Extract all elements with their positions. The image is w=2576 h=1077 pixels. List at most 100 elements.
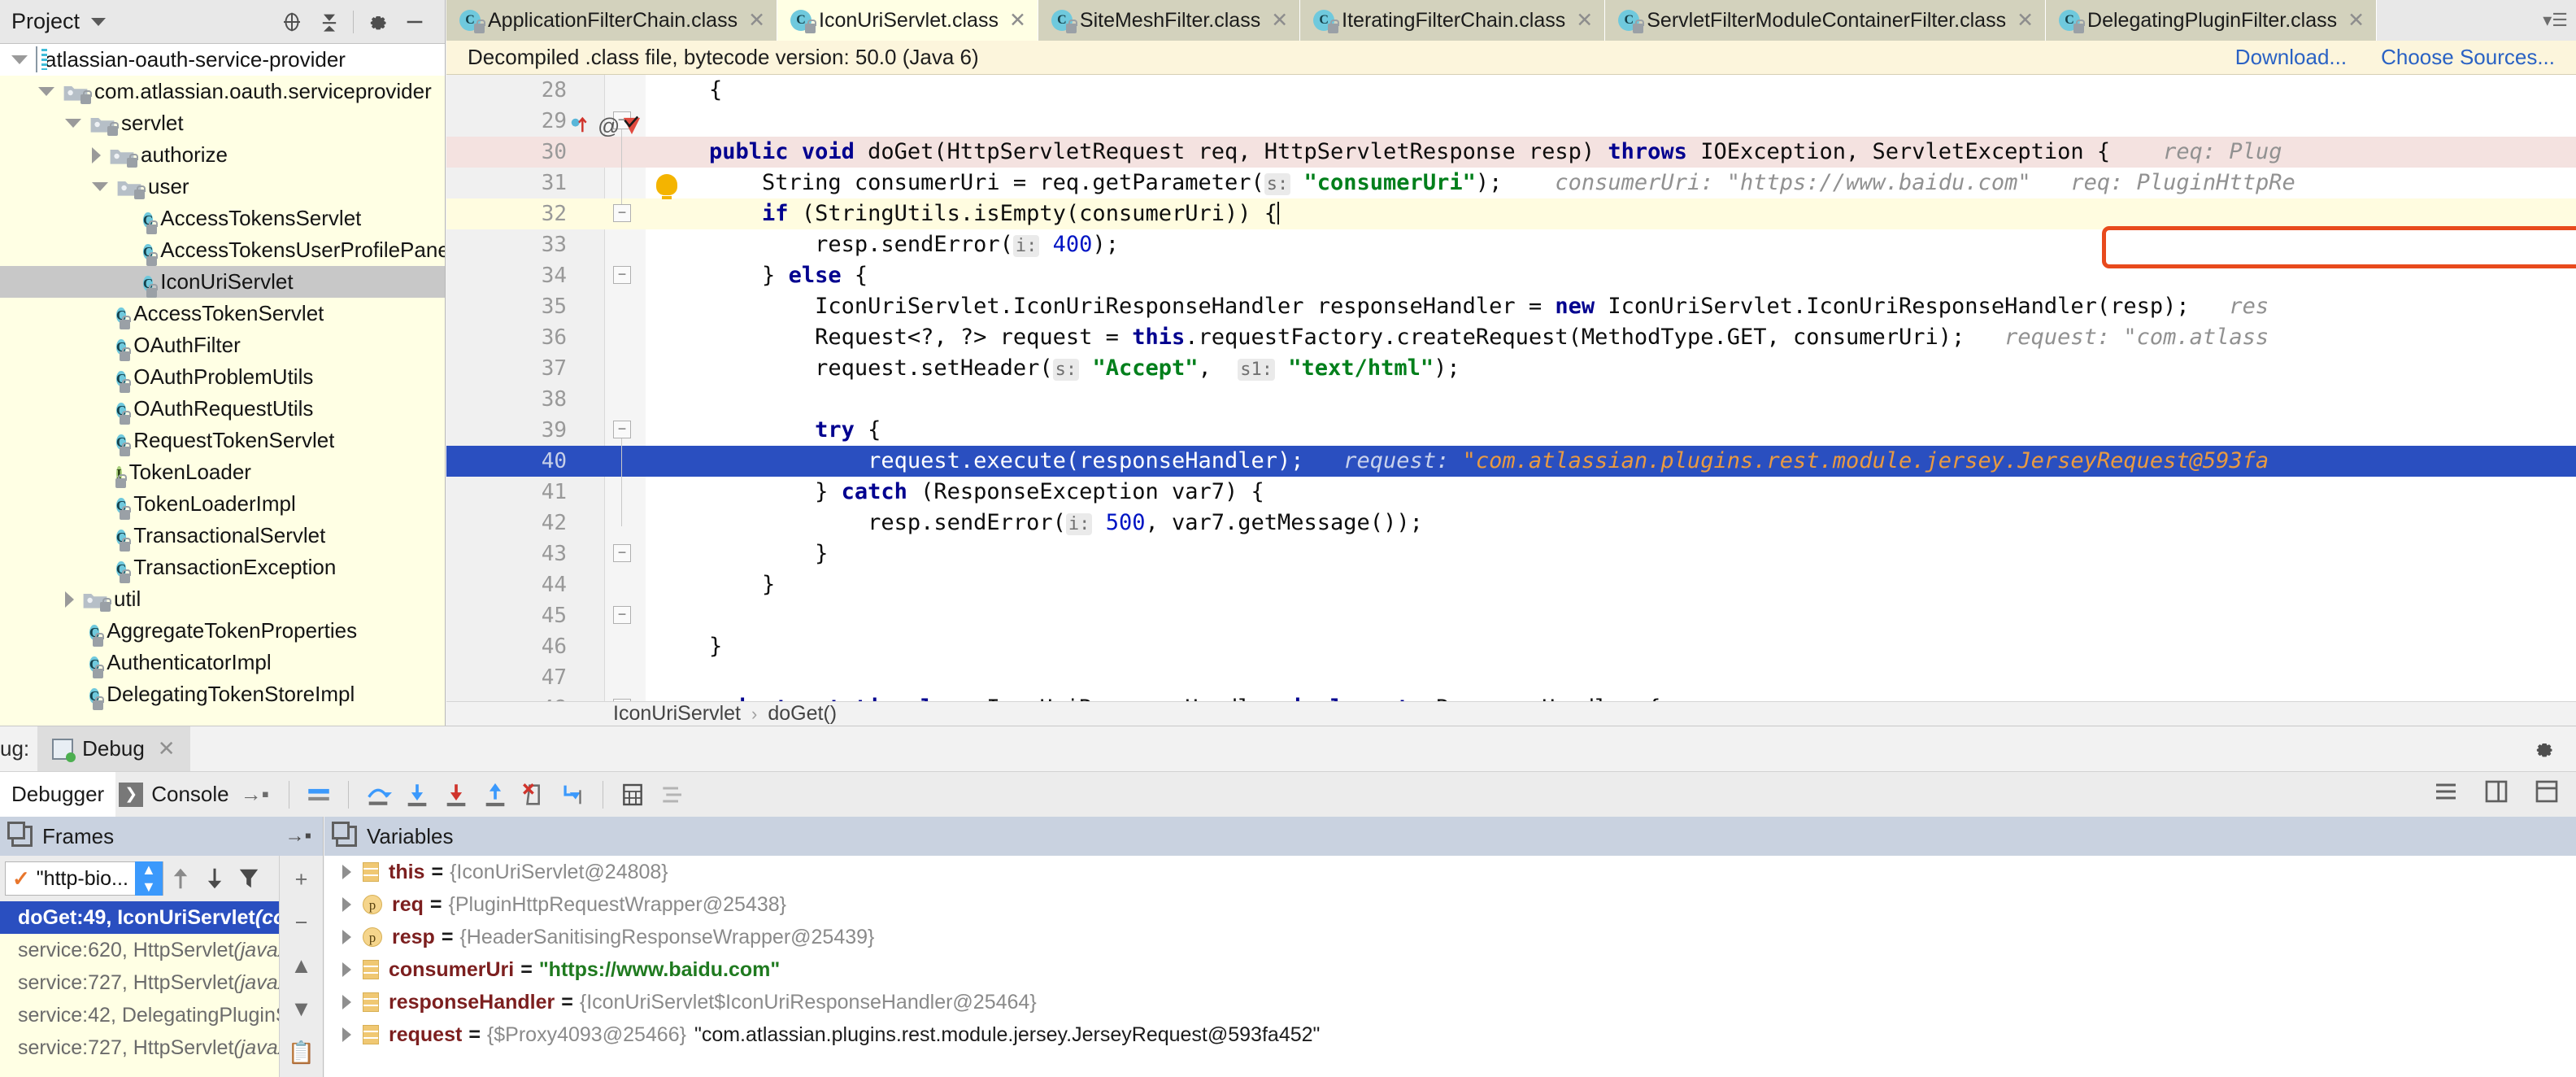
add-icon[interactable]: + (295, 867, 308, 892)
force-step-into-icon[interactable] (437, 775, 476, 814)
code-line-31[interactable]: 31 String consumerUri = req.getParameter… (446, 168, 2576, 198)
filter-icon[interactable] (232, 861, 266, 896)
chevron-down-icon[interactable] (38, 87, 54, 96)
detach-icon[interactable]: →▪ (285, 825, 311, 848)
frame-row[interactable]: service:727, HttpServlet (javax (0, 1031, 323, 1064)
frames-side-toolbar[interactable]: + − ▲ ▼ 📋 (279, 856, 323, 1077)
tree-item-tokenloader[interactable]: ITokenLoader (0, 456, 445, 488)
editor-tab-bar[interactable]: CApplicationFilterChain.class✕CIconUriSe… (446, 0, 2576, 41)
tree-item-tokenloaderimpl[interactable]: CTokenLoaderImpl (0, 488, 445, 520)
step-out-icon[interactable] (476, 775, 515, 814)
code-line-44[interactable]: 44 } (446, 569, 2576, 600)
expand-triangle-icon[interactable] (342, 995, 351, 1009)
editor-tab-sitemeshfilter[interactable]: CSiteMeshFilter.class✕ (1038, 0, 1300, 41)
breadcrumb-class[interactable]: IconUriServlet (613, 702, 741, 726)
intention-bulb-icon[interactable] (656, 174, 677, 195)
tree-item-com-atlassian-oauth-serviceprovider[interactable]: com.atlassian.oauth.serviceprovider (0, 76, 445, 107)
show-execution-point-icon[interactable] (299, 775, 338, 814)
code-line-38[interactable]: 38 (446, 384, 2576, 415)
expand-triangle-icon[interactable] (342, 1027, 351, 1042)
minimize-icon[interactable] (396, 3, 433, 41)
editor-tab-iconuriservlet[interactable]: CIconUriServlet.class✕ (777, 0, 1038, 41)
code-line-28[interactable]: 28 { (446, 75, 2576, 106)
expand-triangle-icon[interactable] (342, 865, 351, 879)
frame-row[interactable]: doGet:49, IconUriServlet (com (0, 901, 323, 934)
annotation-at-icon[interactable]: @ (598, 114, 620, 139)
tree-item-transactionalservlet[interactable]: CTransactionalServlet (0, 520, 445, 552)
export-icon[interactable]: →▪ (241, 782, 269, 807)
frames-list[interactable]: doGet:49, IconUriServlet (comservice:620… (0, 901, 323, 1064)
choose-sources-link[interactable]: Choose Sources... (2381, 45, 2555, 70)
evaluate-expression-icon[interactable] (613, 775, 652, 814)
code-line-45[interactable]: 45 (446, 600, 2576, 631)
debugger-toolbar[interactable]: Debugger ❯ Console →▪ (0, 771, 2576, 817)
collapse-all-icon[interactable] (311, 3, 348, 41)
editor-tab-applicationfilterchain[interactable]: CApplicationFilterChain.class✕ (446, 0, 777, 41)
tree-item-atlassian-oauth-service-provider[interactable]: atlassian-oauth-service-provider (0, 44, 445, 76)
step-over-icon[interactable] (359, 775, 398, 814)
fold-marker[interactable]: − (613, 544, 631, 562)
editor-tab-servletfiltermodulecontainerfilter[interactable]: CServletFilterModuleContainerFilter.clas… (1605, 0, 2046, 41)
drop-frame-icon[interactable] (515, 775, 554, 814)
fold-marker[interactable]: − (613, 421, 631, 438)
close-icon[interactable]: ✕ (158, 736, 176, 761)
remove-icon[interactable]: − (295, 910, 308, 935)
breadcrumb-method[interactable]: doGet() (768, 702, 837, 726)
close-icon[interactable]: ✕ (1576, 8, 1593, 33)
tab-debug[interactable]: Debug ✕ (37, 726, 189, 772)
code-line-30[interactable]: 30 public void doGet(HttpServletRequest … (446, 137, 2576, 168)
expand-triangle-icon[interactable] (342, 962, 351, 977)
chevron-right-icon[interactable] (92, 147, 101, 164)
frame-down-icon[interactable] (198, 861, 232, 896)
frame-row[interactable]: service:42, DelegatingPluginSe (0, 999, 323, 1031)
tree-item-requesttokenservlet[interactable]: CRequestTokenServlet (0, 425, 445, 456)
chevron-down-icon[interactable]: ▾☰ (2543, 10, 2568, 31)
chevron-down-icon[interactable] (92, 182, 108, 191)
tree-item-util[interactable]: util (0, 583, 445, 615)
tree-item-iconuriservlet[interactable]: CIconUriServlet (0, 266, 445, 298)
fold-marker[interactable]: − (613, 606, 631, 624)
download-sources-link[interactable]: Download... (2235, 45, 2347, 70)
code-line-43[interactable]: 43 } (446, 538, 2576, 569)
tab-debugger[interactable]: Debugger (0, 772, 115, 818)
expand-triangle-icon[interactable] (342, 930, 351, 944)
tree-item-oauthproblemutils[interactable]: COAuthProblemUtils (0, 361, 445, 393)
mute-breakpoints-icon[interactable] (652, 775, 691, 814)
variables-list[interactable]: this={IconUriServlet@24808}preq={PluginH… (324, 856, 2576, 1051)
frames-toolbar[interactable]: ✓ "http-bio... ▲▼ (0, 856, 323, 901)
editor-tab-delegatingpluginfilter[interactable]: CDelegatingPluginFilter.class✕ (2046, 0, 2377, 41)
gear-icon[interactable] (359, 3, 396, 41)
fold-marker[interactable]: − (613, 204, 631, 222)
chevron-down-icon[interactable] (65, 119, 81, 128)
variable-row[interactable]: responseHandler={IconUriServlet$IconUriR… (324, 986, 2576, 1018)
frame-row[interactable]: service:620, HttpServlet (javax (0, 934, 323, 966)
chevron-down-icon[interactable] (91, 18, 106, 26)
code-line-33[interactable]: 33 resp.sendError(i: 400); (446, 229, 2576, 260)
code-line-32[interactable]: 32 if (StringUtils.isEmpty(consumerUri))… (446, 198, 2576, 229)
code-line-40[interactable]: 40 request.execute(responseHandler); req… (446, 446, 2576, 477)
code-line-37[interactable]: 37 request.setHeader(s: "Accept", s1: "t… (446, 353, 2576, 384)
tree-item-aggregatetokenproperties[interactable]: CAggregateTokenProperties (0, 615, 445, 647)
settings-list-icon[interactable] (2433, 778, 2459, 809)
code-line-48[interactable]: 48 private static class IconUriResponseH… (446, 693, 2576, 701)
variable-row[interactable]: preq={PluginHttpRequestWrapper@25438} (324, 888, 2576, 921)
layout-settings-icon[interactable] (2483, 778, 2509, 809)
code-line-46[interactable]: 46 } (446, 631, 2576, 662)
editor-tab-iteratingfilterchain[interactable]: CIteratingFilterChain.class✕ (1300, 0, 1605, 41)
tree-item-authorize[interactable]: authorize (0, 139, 445, 171)
code-line-39[interactable]: 39 try { (446, 415, 2576, 446)
chevron-updown-icon[interactable]: ▲▼ (135, 861, 163, 896)
variable-row[interactable]: this={IconUriServlet@24808} (324, 856, 2576, 888)
move-up-icon[interactable]: ▲ (290, 953, 312, 979)
more-options-icon[interactable] (2534, 778, 2560, 809)
variable-row[interactable]: presp={HeaderSanitisingResponseWrapper@2… (324, 921, 2576, 953)
tree-item-servlet[interactable]: servlet (0, 107, 445, 139)
tree-item-accesstokenservlet[interactable]: CAccessTokenServlet (0, 298, 445, 329)
settings-gear-icon[interactable] (2532, 738, 2555, 765)
chevron-down-icon[interactable] (11, 55, 28, 64)
move-down-icon[interactable]: ▼ (290, 996, 312, 1022)
close-icon[interactable]: ✕ (2017, 8, 2034, 33)
code-lines[interactable]: 28 {2930 public void doGet(HttpServletRe… (446, 75, 2576, 701)
tree-item-accesstokensuserprofilepanel[interactable]: CAccessTokensUserProfilePanel (0, 234, 445, 266)
variable-row[interactable]: request={$Proxy4093@25466}"com.atlassian… (324, 1018, 2576, 1051)
